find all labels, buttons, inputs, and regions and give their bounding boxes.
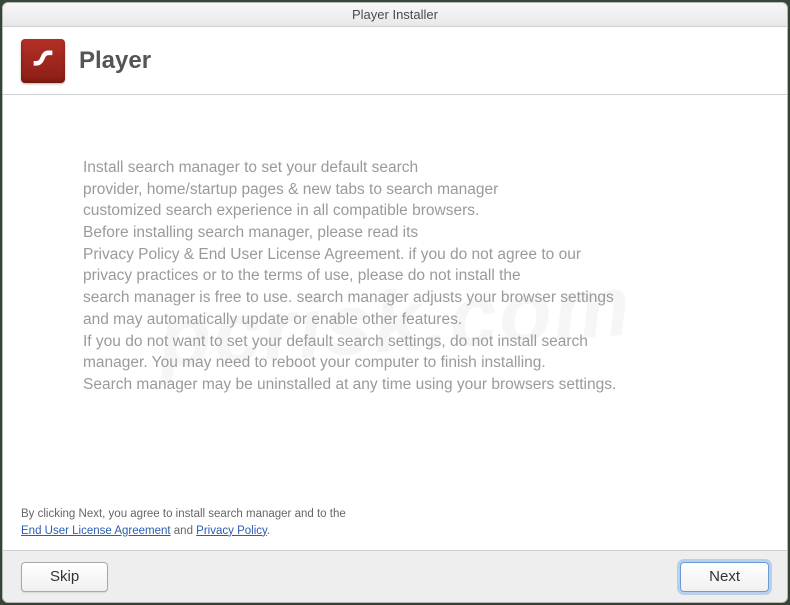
eula-link[interactable]: End User License Agreement — [21, 525, 171, 537]
agreement-and: and — [171, 525, 197, 537]
footer: Skip Next — [3, 550, 787, 602]
flash-icon — [21, 39, 65, 83]
body-text: Install search manager to set your defau… — [83, 157, 707, 396]
agreement-prefix: By clicking Next, you agree to install s… — [21, 508, 346, 520]
skip-button[interactable]: Skip — [21, 562, 108, 592]
agreement-suffix: . — [267, 525, 270, 537]
next-button[interactable]: Next — [680, 562, 769, 592]
app-title: Player — [79, 47, 151, 75]
header: Player — [3, 27, 787, 95]
window-title: Player Installer — [352, 7, 438, 22]
content-area: pcrisk.com Install search manager to set… — [3, 95, 787, 550]
titlebar: Player Installer — [3, 3, 787, 27]
privacy-link[interactable]: Privacy Policy — [196, 525, 267, 537]
flash-glyph-icon — [29, 47, 57, 75]
installer-window: Player Installer Player pcrisk.com Insta… — [2, 2, 788, 603]
agreement-text: By clicking Next, you agree to install s… — [21, 506, 346, 541]
